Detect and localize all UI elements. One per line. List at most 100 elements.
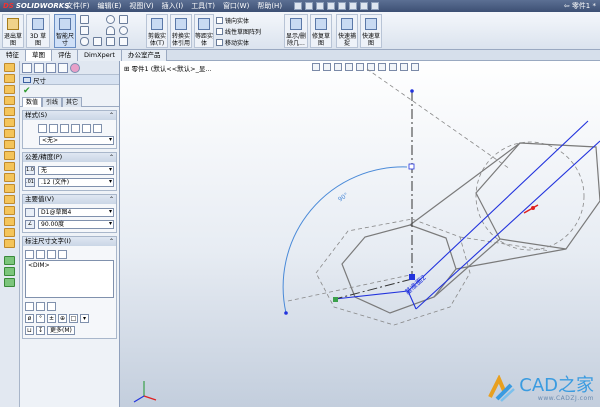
dimension-name-field[interactable]: D1@草图4 [38,207,114,217]
depth-symbol-icon[interactable]: ↧ [36,325,45,335]
feature-icon[interactable] [4,151,15,160]
precision-select[interactable]: .12 (文件) [38,177,114,187]
align-right-icon[interactable] [47,301,56,311]
property-manager-tab-icon[interactable] [34,63,44,73]
mirror-entities-button[interactable]: 镜向实体 [216,16,249,25]
rapid-sketch-button[interactable]: 快速草 图 [360,14,382,48]
ellipse-tool-icon[interactable] [119,26,128,35]
feature-icon[interactable] [4,239,15,248]
polygon-tool-icon[interactable] [93,37,102,46]
select-icon[interactable] [349,2,358,10]
feature-icon[interactable] [4,195,15,204]
offset-entities-button[interactable]: 等距实 体 [194,14,214,48]
dimension-value-field[interactable]: 90.00度 [38,219,114,229]
align-center-icon[interactable] [36,301,45,311]
dimxpert-manager-tab-icon[interactable] [58,63,68,73]
relation-icon[interactable] [4,256,15,265]
save-icon[interactable] [316,2,325,10]
dimension-text-group-header[interactable]: 标注尺寸文字(I) ⌃ [23,237,116,246]
feature-icon[interactable] [4,129,15,138]
undo-icon[interactable] [338,2,347,10]
style-group-header[interactable]: 样式(S) ⌃ [23,111,116,120]
apply-default-style-icon[interactable] [37,123,47,133]
feature-icon[interactable] [4,74,15,83]
relation-icon[interactable] [4,278,15,287]
feature-icon[interactable] [4,85,15,94]
display-manager-tab-icon[interactable] [70,63,80,73]
text-pos-icon[interactable] [25,249,34,259]
angle-dimension-arc[interactable] [282,166,408,314]
arc-tool-icon[interactable] [106,26,115,35]
align-left-icon[interactable] [25,301,34,311]
configuration-manager-tab-icon[interactable] [46,63,56,73]
primary-value-group-header[interactable]: 主要值(V) ⌃ [23,195,116,204]
convert-entities-button[interactable]: 转换实 体引用 [170,14,192,48]
tab-other[interactable]: 其它 [62,97,83,107]
tab-value[interactable]: 数值 [22,97,43,107]
tab-office-products[interactable]: 办公室产品 [121,50,168,61]
load-style-icon[interactable] [92,123,102,133]
tab-leaders[interactable]: 引线 [42,97,63,107]
slot-tool-icon[interactable] [80,37,89,46]
options-icon[interactable] [371,2,380,10]
smart-dimension-button[interactable]: 智能尺 寸 [54,14,76,48]
menu-window[interactable]: 窗口(W) [219,0,253,12]
more-button[interactable]: 更多(M) [47,325,75,335]
rebuild-icon[interactable] [360,2,369,10]
graphics-area[interactable]: ⊞ 零件1 (默认<<默认>_显... 90° 基准面2 CAD之家 www.C… [120,61,600,407]
feature-icon[interactable] [4,140,15,149]
feature-icon[interactable] [4,107,15,116]
text-pos-icon[interactable] [58,249,67,259]
save-style-icon[interactable] [81,123,91,133]
feature-icon[interactable] [4,63,15,72]
menu-insert[interactable]: 插入(I) [158,0,188,12]
dropdown-icon[interactable] [93,15,102,24]
relation-icon[interactable] [4,267,15,276]
feature-icon[interactable] [4,162,15,171]
trim-entities-button[interactable]: 剪裁实 体(T) [146,14,168,48]
quick-snaps-button[interactable]: 快速捕 捉 [336,14,358,48]
circle-tool-icon[interactable] [106,15,115,24]
style-select[interactable]: <无> [39,135,114,145]
counterbore-symbol-icon[interactable]: ⊔ [25,325,34,335]
menu-edit[interactable]: 编辑(E) [94,0,126,12]
delete-style-icon[interactable] [70,123,80,133]
tolerance-group-header[interactable]: 公差/精度(P) ⌃ [23,153,116,162]
text-tool-icon[interactable] [119,37,128,46]
menu-view[interactable]: 视图(V) [125,0,157,12]
text-pos-icon[interactable] [36,249,45,259]
centerline-symbol-icon[interactable]: ⊕ [58,313,67,323]
line-tool-icon[interactable] [80,15,89,24]
open-icon[interactable] [305,2,314,10]
feature-icon[interactable] [4,228,15,237]
rectangle-tool-icon[interactable] [80,26,89,35]
menu-tools[interactable]: 工具(T) [187,0,219,12]
spline-tool-icon[interactable] [119,15,128,24]
feature-icon[interactable] [4,173,15,182]
repair-sketch-button[interactable]: 修复草 图 [310,14,332,48]
3d-sketch-button[interactable]: 3D 草图 [26,14,50,48]
new-icon[interactable] [294,2,303,10]
ok-button[interactable]: ✔ [20,85,119,97]
add-style-icon[interactable] [48,123,58,133]
feature-manager-tab-icon[interactable] [22,63,32,73]
exit-sketch-button[interactable]: 退出草 图 [2,14,24,48]
feature-icon[interactable] [4,217,15,226]
print-icon[interactable] [327,2,336,10]
diameter-symbol-icon[interactable]: ø [25,313,34,323]
plusminus-symbol-icon[interactable]: ± [47,313,56,323]
tolerance-select[interactable]: 无 [38,165,114,175]
text-pos-icon[interactable] [47,249,56,259]
feature-icon[interactable] [4,184,15,193]
dropdown-icon[interactable]: ▾ [80,313,89,323]
feature-icon[interactable] [4,118,15,127]
tab-features[interactable]: 特征 [0,50,26,61]
tab-evaluate[interactable]: 评估 [52,50,78,61]
tab-dimxpert[interactable]: DimXpert [78,50,122,61]
dropdown-icon[interactable] [93,26,102,35]
degree-symbol-icon[interactable]: ° [36,313,45,323]
feature-icon[interactable] [4,96,15,105]
point-tool-icon[interactable] [106,37,115,46]
feature-icon[interactable] [4,206,15,215]
display-delete-relations-button[interactable]: 显示/删 除几... [284,14,308,48]
